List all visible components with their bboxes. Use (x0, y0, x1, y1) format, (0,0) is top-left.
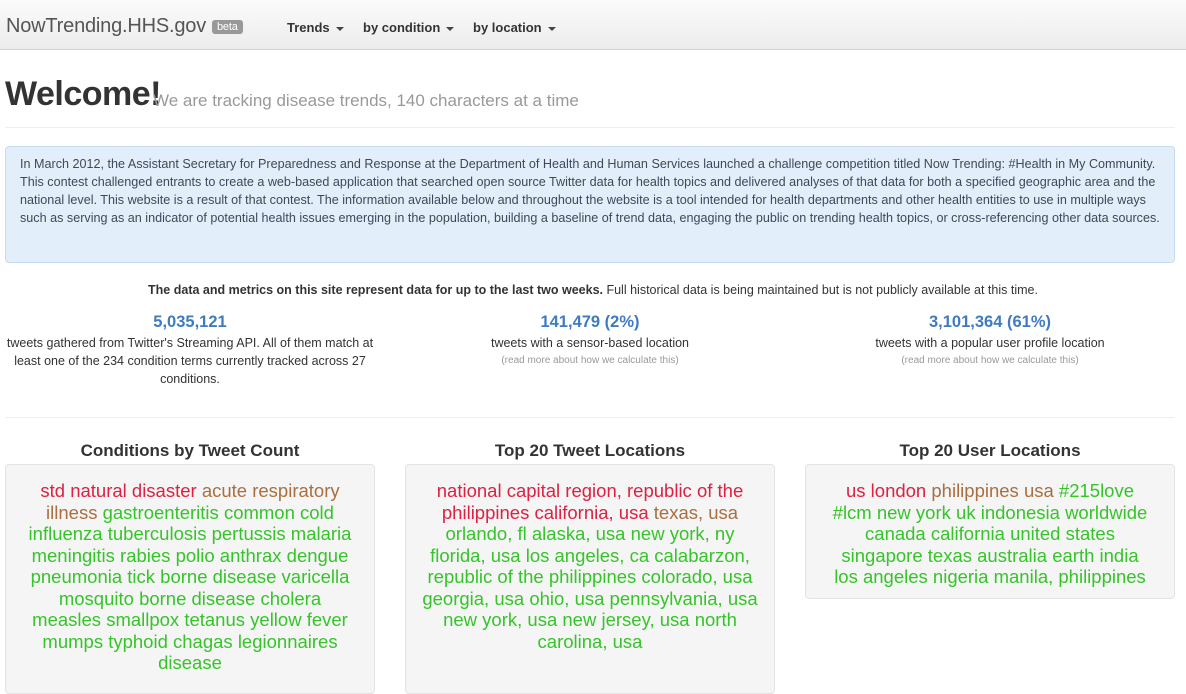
menu-by-location[interactable]: by location (473, 20, 556, 35)
tag-link[interactable]: measles (32, 609, 101, 630)
data-note-rest: Full historical data is being maintained… (603, 283, 1038, 297)
menu-trends[interactable]: Trends (287, 20, 344, 35)
tag-link[interactable]: dengue (287, 545, 349, 566)
tweet-locations-tag-cloud: national capital region, republic of the… (405, 464, 775, 694)
info-text: In March 2012, the Assistant Secretary f… (20, 157, 1160, 225)
user-locations-tag-cloud: us london philippines usa #215love #lcm … (805, 464, 1175, 599)
tag-link[interactable]: rabies (120, 545, 170, 566)
tag-link[interactable]: tick borne disease (127, 566, 276, 587)
tag-link[interactable]: pneumonia (31, 566, 123, 587)
read-more-link[interactable]: (read more about how we calculate this) (805, 355, 1175, 366)
tag-link[interactable]: los angeles, ca (526, 545, 649, 566)
tag-link[interactable]: california, usa (534, 502, 648, 523)
metric-description: tweets gathered from Twitter's Streaming… (6, 336, 374, 386)
tag-link[interactable]: indonesia (981, 502, 1060, 523)
brand-link[interactable]: NowTrending.HHS.gov beta (6, 15, 243, 38)
divider (5, 417, 1175, 418)
tag-link[interactable]: #lcm (833, 502, 872, 523)
tag-link[interactable]: texas, usa (654, 502, 738, 523)
read-more-link[interactable]: (read more about how we calculate this) (405, 355, 775, 366)
metric-value: 5,035,121 (153, 313, 227, 331)
tag-link[interactable]: varicella (282, 566, 350, 587)
tag-link[interactable]: london (871, 480, 927, 501)
tag-link[interactable]: chagas (173, 631, 233, 652)
tag-link[interactable]: singapore (841, 545, 922, 566)
tag-link[interactable]: smallpox (106, 609, 179, 630)
tag-link[interactable]: usa (1024, 480, 1054, 501)
tag-link[interactable]: pertussis (212, 523, 286, 544)
tag-link[interactable]: cholera (260, 588, 321, 609)
tag-link[interactable]: influenza (29, 523, 103, 544)
metric-sensor-location: 141,479 (2%) tweets with a sensor-based … (405, 313, 775, 366)
tag-link[interactable]: new jersey, usa (562, 609, 689, 630)
tag-link[interactable]: common cold (224, 502, 334, 523)
tag-link[interactable]: std (40, 480, 65, 501)
menu-trends-label: Trends (287, 20, 330, 35)
tag-link[interactable]: tetanus (184, 609, 245, 630)
tag-link[interactable]: nigeria (933, 566, 989, 587)
divider (5, 127, 1175, 128)
tag-link[interactable]: california (931, 523, 1005, 544)
tag-link[interactable]: worldwide (1065, 502, 1147, 523)
menu-by-location-label: by location (473, 20, 542, 35)
tag-link[interactable]: mumps (42, 631, 103, 652)
tag-link[interactable]: orlando, fl (446, 523, 527, 544)
tag-link[interactable]: yellow fever (250, 609, 348, 630)
menu-by-condition-label: by condition (363, 20, 441, 35)
caret-down-icon (335, 26, 344, 31)
page-title: Welcome! (5, 75, 161, 113)
tag-link[interactable]: earth (1052, 545, 1094, 566)
tag-link[interactable]: typhoid (108, 631, 168, 652)
tag-link[interactable]: new york, ny (631, 523, 735, 544)
tag-link[interactable]: india (1100, 545, 1139, 566)
tag-link[interactable]: ohio, usa (529, 588, 604, 609)
metric-value: 3,101,364 (61%) (928, 313, 1051, 331)
tag-link[interactable]: natural disaster (70, 480, 196, 501)
metric-value: 141,479 (2%) (540, 313, 640, 331)
tag-link[interactable]: mosquito borne disease (59, 588, 255, 609)
conditions-tag-cloud: std natural disaster acute respiratory i… (5, 464, 375, 694)
info-alert: In March 2012, the Assistant Secretary f… (5, 146, 1175, 263)
tag-link[interactable]: polio (176, 545, 215, 566)
metric-description: tweets with a sensor-based location (490, 336, 690, 350)
beta-badge: beta (212, 20, 243, 34)
tag-link[interactable]: anthrax (220, 545, 282, 566)
caret-down-icon (547, 26, 556, 31)
tag-link[interactable]: alaska, usa (532, 523, 626, 544)
tag-link[interactable]: malaria (291, 523, 352, 544)
tag-link[interactable]: colorado, usa (641, 566, 752, 587)
tag-link[interactable]: gastroenteritis (103, 502, 219, 523)
caret-down-icon (446, 26, 455, 31)
tag-link[interactable]: philippines (931, 480, 1018, 501)
tag-link[interactable]: #215love (1059, 480, 1134, 501)
data-note: The data and metrics on this site repres… (0, 283, 1186, 297)
tag-link[interactable]: georgia, usa (422, 588, 524, 609)
navbar: NowTrending.HHS.gov beta Trends by condit… (0, 0, 1186, 50)
metric-total-tweets: 5,035,121 tweets gathered from Twitter's… (5, 313, 375, 388)
conditions-title: Conditions by Tweet Count (80, 441, 300, 460)
data-note-bold: The data and metrics on this site repres… (148, 283, 603, 297)
brand-text: NowTrending.HHS.gov (6, 15, 206, 37)
tag-link[interactable]: tuberculosis (108, 523, 207, 544)
tag-link[interactable]: australia (977, 545, 1047, 566)
tag-link[interactable]: uk (956, 502, 976, 523)
page-subtitle: We are tracking disease trends, 140 char… (153, 91, 579, 110)
tag-link[interactable]: united states (1010, 523, 1115, 544)
metric-description: tweets with a popular user profile locat… (875, 336, 1105, 350)
tag-link[interactable]: new york (877, 502, 951, 523)
tag-link[interactable]: manila, philippines (994, 566, 1146, 587)
tag-link[interactable]: florida, usa (430, 545, 521, 566)
tag-link[interactable]: us (846, 480, 866, 501)
tag-link[interactable]: pennsylvania, usa (610, 588, 758, 609)
tag-link[interactable]: los angeles (834, 566, 928, 587)
user-locations-title: Top 20 User Locations (899, 441, 1081, 460)
tag-link[interactable]: canada (865, 523, 926, 544)
tag-link[interactable]: new york, usa (443, 609, 557, 630)
metric-profile-location: 3,101,364 (61%) tweets with a popular us… (805, 313, 1175, 366)
menu-by-condition[interactable]: by condition (363, 20, 455, 35)
tag-link[interactable]: texas (928, 545, 972, 566)
tweet-locations-title: Top 20 Tweet Locations (494, 441, 686, 460)
tag-link[interactable]: meningitis (32, 545, 115, 566)
